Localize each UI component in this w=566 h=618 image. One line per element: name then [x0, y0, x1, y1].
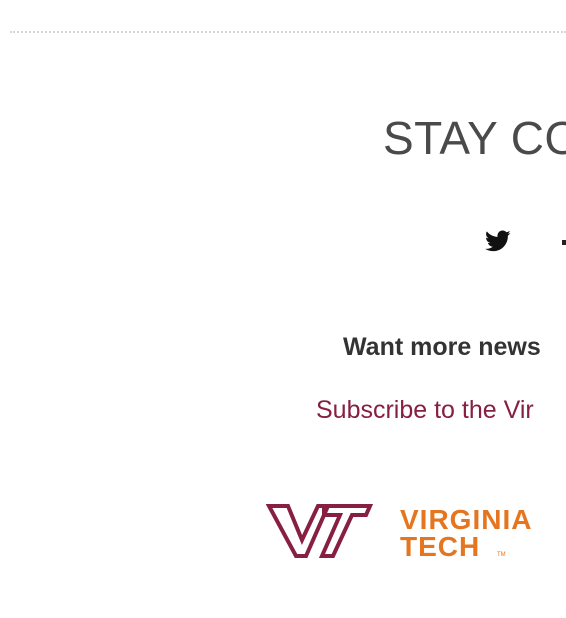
- subscribe-link[interactable]: Subscribe to the Vir: [316, 395, 534, 425]
- stay-connected-heading: STAY CO: [383, 112, 566, 164]
- logo-trademark: TM: [497, 552, 506, 558]
- twitter-icon[interactable]: [484, 228, 512, 254]
- page: STAY CO Want more news Subscribe to the …: [0, 0, 566, 618]
- next-social-icon[interactable]: [562, 240, 566, 245]
- news-prompt: Want more news: [343, 333, 541, 361]
- logo-line2: TECH: [400, 531, 480, 562]
- vt-monogram-icon: [266, 504, 374, 558]
- section-divider: [10, 31, 566, 33]
- virginia-tech-logo[interactable]: VIRGINIA TECH TM: [266, 502, 566, 564]
- social-links: [484, 228, 566, 254]
